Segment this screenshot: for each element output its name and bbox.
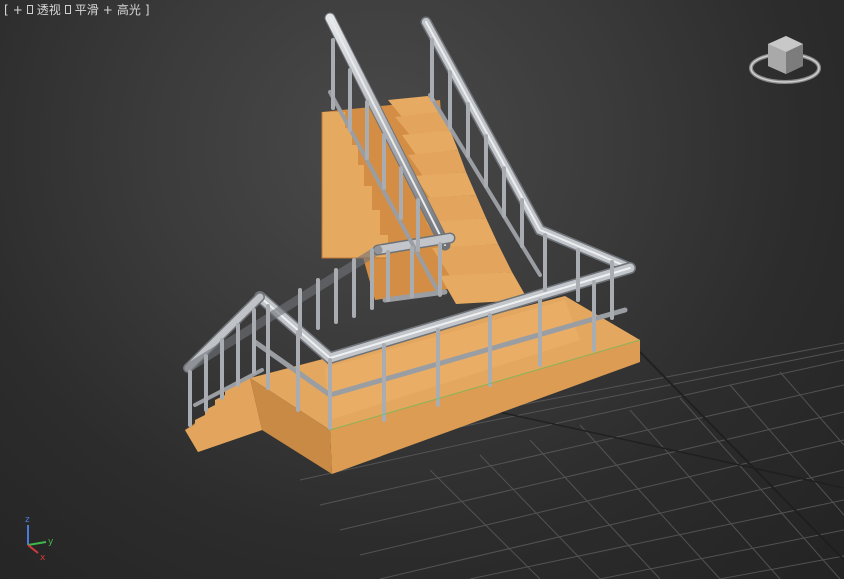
axis-z-label: z bbox=[25, 515, 30, 525]
axis-x-label: x bbox=[40, 553, 46, 563]
scene-canvas[interactable]: z x y bbox=[0, 0, 844, 579]
axis-y-label: y bbox=[48, 537, 54, 547]
axis-tripod: z x y bbox=[25, 515, 54, 563]
staircase-model[interactable] bbox=[183, 12, 641, 474]
viewcube-icon[interactable] bbox=[749, 36, 821, 84]
perspective-viewport[interactable]: [ + 透视 平滑 + 高光 ] z x y bbox=[0, 0, 844, 579]
